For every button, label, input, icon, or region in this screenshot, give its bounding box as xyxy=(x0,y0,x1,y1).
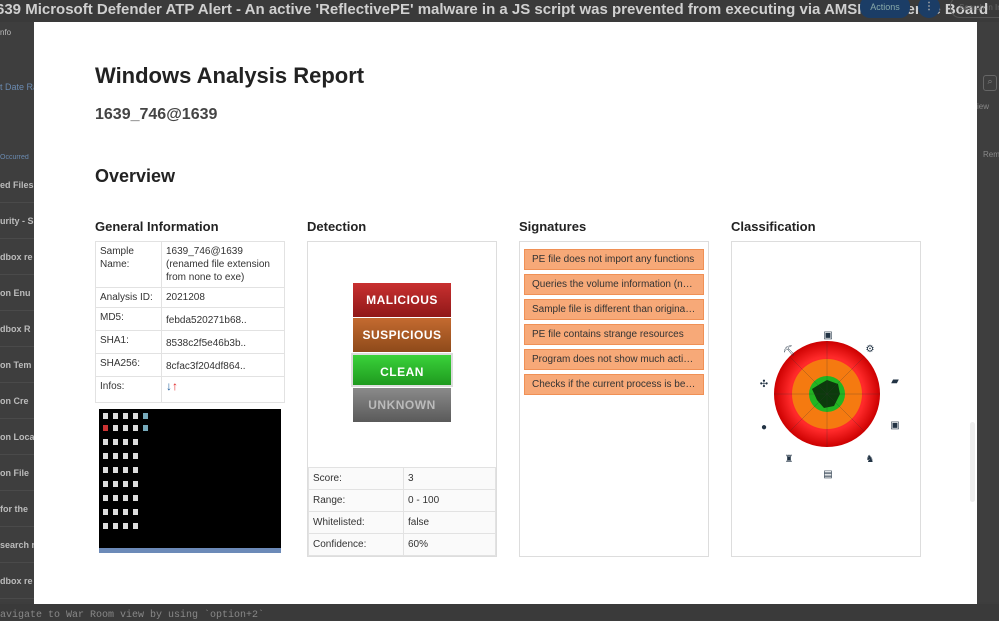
report-title: Windows Analysis Report xyxy=(95,63,365,88)
list-item[interactable]: search r xyxy=(0,527,34,563)
table-row: Infos: ↓↑ xyxy=(95,376,285,403)
level-malicious: MALICIOUS xyxy=(353,283,451,317)
row-value: 3 xyxy=(403,467,496,490)
date-range-link[interactable]: t Date Ra xyxy=(0,82,34,92)
table-row: Score: 3 xyxy=(308,467,496,490)
evader-icon: ✣ xyxy=(760,379,768,390)
phishing-icon: ▰ xyxy=(891,376,899,387)
signature-item[interactable]: Sample file is different than original f… xyxy=(524,299,704,320)
general-info-table: Sample Name: 1639_746@1639 (renamed file … xyxy=(95,241,285,403)
up-down-arrows-icon: ↓↑ xyxy=(166,379,178,393)
signature-item[interactable]: PE file contains strange resources xyxy=(524,324,704,345)
row-value: 1639_746@1639 (renamed file extension fr… xyxy=(161,241,285,288)
table-row: Whitelisted: false xyxy=(308,511,496,534)
signature-item[interactable]: Checks if the current process is being d… xyxy=(524,374,704,395)
list-item[interactable]: on File xyxy=(0,455,34,491)
table-row: Sample Name: 1639_746@1639 (renamed file … xyxy=(95,241,285,288)
row-value: false xyxy=(403,511,496,534)
signature-item[interactable]: Program does not show much activity (idl… xyxy=(524,349,704,370)
general-information-heading: General Information xyxy=(95,219,219,234)
page-title: 639 Microsoft Defender ATP Alert - An ac… xyxy=(0,1,989,18)
remove-label[interactable]: Rem xyxy=(983,150,999,159)
row-value: 8cfac3f204df864.. xyxy=(161,353,285,377)
list-item[interactable]: on Loca xyxy=(0,419,34,455)
list-item[interactable]: dbox R xyxy=(0,311,34,347)
classification-heading: Classification xyxy=(731,219,816,234)
view-label: iew xyxy=(977,102,990,111)
table-row: SHA1: 8538c2f5e46b3b.. xyxy=(95,330,285,354)
classification-section: Classification ▣ ⚙ ▰ ▣ ♞ ▤ ♜ ● ✣ ⛏ xyxy=(731,219,921,557)
sidebar-tab-info[interactable]: nfo xyxy=(0,28,34,37)
exploiter-bomb-icon: ● xyxy=(761,422,767,433)
spyware-icon: ♜ xyxy=(785,454,794,465)
row-key: Confidence: xyxy=(308,533,404,556)
miner-icon: ⛏ xyxy=(783,345,796,357)
list-item[interactable]: on Cre xyxy=(0,383,34,419)
list-item[interactable]: urity - S xyxy=(0,203,34,239)
modal-scrollbar[interactable] xyxy=(970,422,975,502)
table-row: SHA256: 8cfac3f204df864.. xyxy=(95,353,285,377)
row-key: Infos: xyxy=(95,376,162,403)
row-key: SHA1: xyxy=(95,330,162,354)
list-item[interactable]: ed Files xyxy=(0,167,34,203)
signatures-section: Signatures PE file does not import any f… xyxy=(519,219,709,557)
row-key: Range: xyxy=(308,489,404,512)
table-row: Confidence: 60% xyxy=(308,533,496,556)
row-value: 8538c2f5e46b3b.. xyxy=(161,330,285,354)
row-key: MD5: xyxy=(95,307,162,331)
row-key: Whitelisted: xyxy=(308,511,404,534)
app-header: 639 Microsoft Defender ATP Alert - An ac… xyxy=(0,0,999,22)
ransomware-icon: ▣ xyxy=(823,330,832,341)
right-panel: ⌕ iew Rem xyxy=(977,22,999,602)
occurred-column[interactable]: Occurred xyxy=(0,154,34,161)
search-input[interactable]: Search in In xyxy=(950,0,999,18)
signature-item[interactable]: Queries the volume information (name, se… xyxy=(524,274,704,295)
level-clean-selected: CLEAN xyxy=(351,353,453,387)
list-item[interactable]: dbox re xyxy=(0,563,34,599)
overview-heading: Overview xyxy=(95,166,176,186)
row-key: SHA256: xyxy=(95,353,162,377)
row-value: 2021208 xyxy=(161,287,285,308)
detection-section: Detection MALICIOUS SUSPICIOUS CLEAN UNK… xyxy=(307,219,497,557)
table-row: Range: 0 - 100 xyxy=(308,489,496,512)
table-row: Analysis ID: 2021208 xyxy=(95,287,285,308)
spreading-icon: ⚙ xyxy=(866,344,875,355)
signatures-heading: Signatures xyxy=(519,219,587,234)
list-item[interactable]: on Tem xyxy=(0,347,34,383)
row-value: febda520271b68.. xyxy=(161,307,285,331)
actions-button[interactable]: Actions xyxy=(860,0,910,18)
list-item[interactable]: for the xyxy=(0,491,34,527)
detection-table: Score: 3 Range: 0 - 100 Whitelisted: false … xyxy=(308,467,496,556)
level-suspicious: SUSPICIOUS xyxy=(353,318,451,352)
signature-item[interactable]: PE file does not import any functions xyxy=(524,249,704,270)
banker-icon: ▣ xyxy=(890,420,899,431)
footer-hint: avigate to War Room view by using `optio… xyxy=(0,604,999,621)
list-item[interactable]: dbox re xyxy=(0,239,34,275)
sample-screenshot xyxy=(99,409,281,553)
search-icon[interactable]: ⌕ xyxy=(983,75,997,91)
general-information-section: General Information Sample Name: 1639_746… xyxy=(95,219,285,557)
adware-icon: ▤ xyxy=(823,469,832,480)
sample-id: 1639_746@1639 xyxy=(95,106,218,123)
row-value: 60% xyxy=(403,533,496,556)
detection-heading: Detection xyxy=(307,219,367,234)
level-unknown: UNKNOWN xyxy=(353,388,451,422)
row-value: 0 - 100 xyxy=(403,489,496,512)
row-key: Score: xyxy=(308,467,404,490)
classification-radar-chart: ▣ ⚙ ▰ ▣ ♞ ▤ ♜ ● ✣ ⛏ xyxy=(760,330,900,480)
list-item[interactable]: on Enu xyxy=(0,275,34,311)
row-key: Sample Name: xyxy=(95,241,162,288)
analysis-report-modal: Windows Analysis Report 1639_746@1639 Ov… xyxy=(34,22,977,604)
detection-meter: MALICIOUS SUSPICIOUS CLEAN UNKNOWN xyxy=(351,282,453,423)
sidebar: nfo t Date Ra Occurred ed Files urity - … xyxy=(0,22,34,602)
row-key: Analysis ID: xyxy=(95,287,162,308)
trojan-icon: ♞ xyxy=(866,454,875,465)
table-row: MD5: febda520271b68.. xyxy=(95,307,285,331)
